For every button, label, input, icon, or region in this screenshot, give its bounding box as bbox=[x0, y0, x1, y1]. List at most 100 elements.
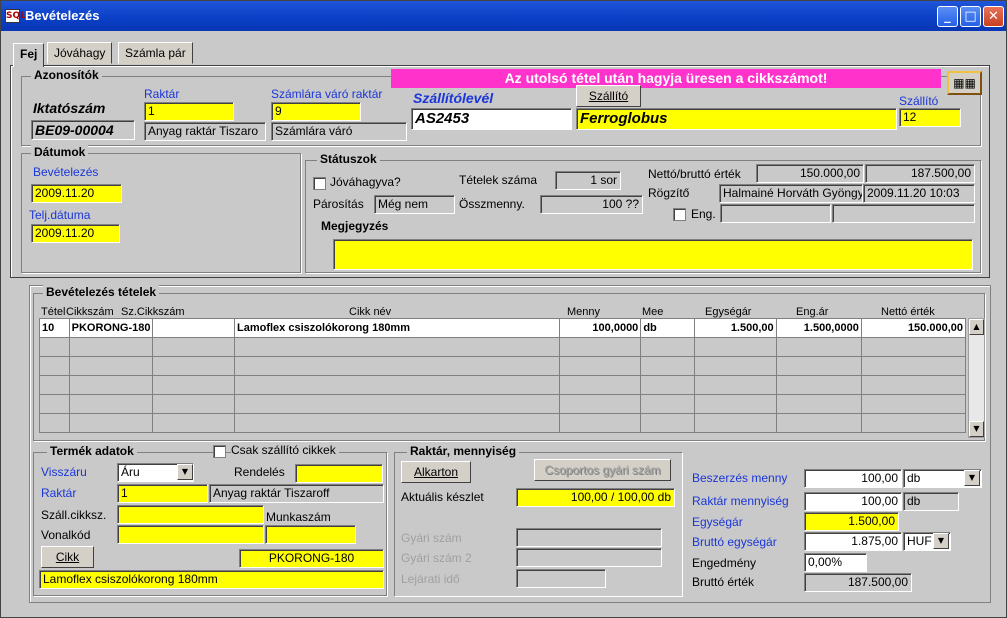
minimize-icon[interactable]: _ bbox=[937, 6, 958, 27]
col-header-tetel: Tétel bbox=[41, 306, 66, 318]
termek-title: Termék adatok bbox=[47, 444, 137, 458]
cell-menny[interactable]: 100,0000 bbox=[558, 318, 642, 338]
beszerzes-menny-field[interactable]: 100,00 bbox=[804, 469, 902, 488]
aktualis-keszlet-field: 100,00 / 100,00 db bbox=[516, 488, 675, 507]
csak-szallito-checkbox[interactable] bbox=[213, 445, 226, 458]
iktatoszam-field[interactable]: BE09-00004 bbox=[31, 120, 135, 140]
szallitolevel-label: Szállítólevél bbox=[413, 90, 494, 106]
vonalkod-label: Vonalkód bbox=[41, 528, 91, 542]
szamlara-code-field[interactable]: 9 bbox=[271, 102, 361, 121]
window-title: Bevételezés bbox=[25, 8, 100, 23]
megjegyzes-field[interactable] bbox=[333, 239, 973, 270]
bevetelezes-date-label: Bevételezés bbox=[33, 165, 99, 179]
beszerzes-unit-chevron-down-icon[interactable]: ▼ bbox=[964, 470, 980, 486]
telj-date-field[interactable]: 2009.11.20 bbox=[31, 224, 120, 243]
scroll-down-icon[interactable]: ▼ bbox=[969, 421, 984, 437]
table-row[interactable] bbox=[39, 394, 967, 414]
parositas-label: Párosítás bbox=[313, 197, 364, 211]
currency-value: HUF bbox=[907, 534, 932, 548]
table-row[interactable]: 10 PKORONG-180 Lamoflex csiszolókorong 1… bbox=[39, 318, 967, 338]
maximize-icon[interactable]: □ bbox=[960, 6, 981, 27]
scroll-up-icon[interactable]: ▲ bbox=[969, 319, 984, 335]
calculator-icon: ▦▦ bbox=[953, 76, 976, 90]
bevetelezes-date-field[interactable]: 2009.11.20 bbox=[31, 184, 122, 203]
statuszok-title: Státuszok bbox=[317, 152, 380, 166]
cell-engar[interactable]: 1.500,0000 bbox=[775, 318, 862, 338]
table-scrollbar[interactable]: ▲ ▼ bbox=[968, 318, 985, 438]
gyari-szam-field[interactable] bbox=[516, 528, 662, 547]
szall-cikksz-field[interactable] bbox=[117, 505, 264, 524]
tab-jovahagy[interactable]: Jóváhagy bbox=[47, 42, 113, 64]
cikknev-field[interactable]: Lamoflex csiszolókorong 180mm bbox=[39, 570, 384, 589]
raktar-label: Raktár bbox=[144, 87, 180, 101]
cell-szcikkszam[interactable] bbox=[152, 318, 235, 338]
termek-raktar-name-field: Anyag raktár Tiszaroff bbox=[209, 484, 384, 503]
engedmeny-label: Engedmény bbox=[692, 556, 757, 570]
termek-raktar-code-field[interactable]: 1 bbox=[117, 484, 208, 503]
brutto-egysegar-label: Bruttó egységár bbox=[692, 535, 777, 549]
netto-brutto-label: Nettó/bruttó érték bbox=[648, 167, 741, 181]
szallito-code-field[interactable]: 12 bbox=[899, 108, 961, 127]
gyari-szam-label: Gyári szám bbox=[401, 531, 462, 545]
tab-fej[interactable]: Fej bbox=[13, 43, 45, 67]
warning-banner: Az utolsó tétel után hagyja üresen a cik… bbox=[391, 69, 941, 88]
szallitolevel-field[interactable]: AS2453 bbox=[411, 108, 572, 130]
cikkszam-field[interactable]: PKORONG-180 bbox=[239, 549, 384, 568]
szallito-name-field[interactable]: Ferroglobus bbox=[576, 108, 897, 130]
col-header-engar: Eng.ár bbox=[796, 306, 829, 318]
brutto-field: 187.500,00 bbox=[865, 164, 975, 183]
table-row[interactable] bbox=[39, 356, 967, 376]
cell-cikknev[interactable]: Lamoflex csiszolókorong 180mm bbox=[234, 318, 560, 338]
rendeles-field[interactable] bbox=[295, 464, 383, 483]
main-window: SQL Bevételezés _ □ ✕ Fej Jóváhagy Száml… bbox=[0, 0, 1007, 618]
szamlara-varo-label: Számlára váró raktár bbox=[271, 87, 383, 101]
megjegyzes-label: Megjegyzés bbox=[321, 219, 389, 233]
eng-label: Eng. bbox=[691, 207, 716, 221]
col-header-menny: Menny bbox=[567, 306, 601, 318]
alkarton-button[interactable]: Alkarton bbox=[401, 461, 471, 483]
gyari-szam-2-field[interactable] bbox=[516, 548, 662, 567]
beszerzes-unit-value: db bbox=[907, 471, 921, 485]
tetelek-title: Bevételezés tételek bbox=[43, 285, 160, 299]
tab-szamla-par[interactable]: Számla pár bbox=[118, 42, 193, 64]
eng-checkbox[interactable] bbox=[673, 208, 686, 221]
table-row[interactable] bbox=[39, 413, 967, 433]
egysegar-field[interactable]: 1.500,00 bbox=[804, 512, 899, 531]
cell-netto[interactable]: 150.000,00 bbox=[860, 318, 967, 338]
currency-chevron-down-icon[interactable]: ▼ bbox=[933, 533, 949, 549]
cikk-button[interactable]: Cikk bbox=[41, 546, 94, 568]
col-header-cikkszam: Cikkszám bbox=[66, 306, 114, 318]
visszaru-chevron-down-icon[interactable]: ▼ bbox=[177, 464, 193, 480]
cell-egysegar[interactable]: 1.500,00 bbox=[694, 318, 777, 338]
cell-tetel[interactable]: 10 bbox=[39, 318, 70, 338]
col-header-netto: Nettó érték bbox=[881, 306, 935, 318]
raktar-menny-title: Raktár, mennyiség bbox=[407, 444, 520, 458]
rogzito-label: Rögzítő bbox=[648, 186, 690, 200]
brutto-egysegar-field[interactable]: 1.875,00 bbox=[804, 532, 902, 551]
brutto-ertek-field: 187.500,00 bbox=[804, 573, 912, 592]
szallito-button[interactable]: Szállító bbox=[576, 85, 641, 107]
rogzito-date-field: 2009.11.20 10:03 bbox=[863, 184, 975, 203]
close-icon[interactable]: ✕ bbox=[983, 6, 1004, 27]
jovahagyva-label: Jóváhagyva? bbox=[330, 175, 401, 189]
munkaszam-field[interactable] bbox=[265, 525, 356, 544]
parositas-field: Még nem bbox=[374, 195, 455, 214]
munkaszam-label: Munkaszám bbox=[266, 510, 331, 524]
engedmeny-field[interactable]: 0,00% bbox=[804, 553, 867, 572]
lejarati-ido-field[interactable] bbox=[516, 569, 606, 588]
jovahagyva-checkbox[interactable] bbox=[313, 177, 326, 190]
calculator-button[interactable]: ▦▦ bbox=[947, 71, 982, 95]
title-bar[interactable]: SQL Bevételezés _ □ ✕ bbox=[1, 1, 1006, 31]
table-row[interactable] bbox=[39, 375, 967, 395]
netto-field: 150.000,00 bbox=[756, 164, 864, 183]
vonalkod-field[interactable] bbox=[117, 525, 264, 544]
col-header-szcikkszam: Sz.Cikkszám bbox=[121, 306, 185, 318]
raktar-code-field[interactable]: 1 bbox=[144, 102, 234, 121]
col-header-mee: Mee bbox=[642, 306, 664, 318]
app-icon[interactable]: SQL bbox=[5, 9, 26, 23]
cell-mee[interactable]: db bbox=[640, 318, 696, 338]
table-row[interactable] bbox=[39, 337, 967, 357]
cell-cikkszam[interactable]: PKORONG-180 bbox=[68, 318, 154, 338]
tetelek-szama-label: Tételek száma bbox=[459, 173, 538, 187]
csoportos-gyari-button[interactable]: Csoportos gyári szám bbox=[534, 459, 671, 481]
